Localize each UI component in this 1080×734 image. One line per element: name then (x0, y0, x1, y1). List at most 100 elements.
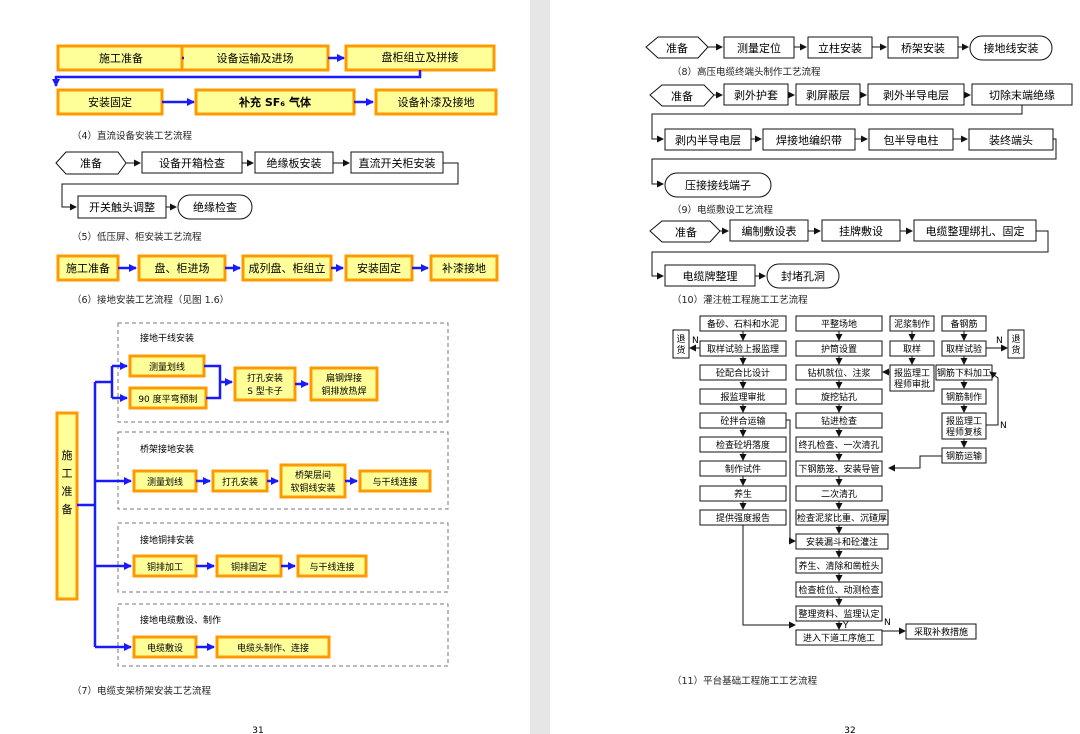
f11-c1-4-label: 报监理审批 (720, 391, 765, 403)
f11-c2-1-label: 平整场地 (821, 318, 857, 330)
f9-box-3: 剥屏蔽层 (806, 89, 850, 102)
f5-box-1: 准备 (80, 156, 102, 170)
f11-c2-13-label: 整理资料、监理认定 (798, 608, 879, 620)
flow-bored-pile: 备砂、石料和水泥取样试验上报监理砼配合比设计报监理审批砼拌合运输检查砼坍落度制作… (672, 315, 1025, 646)
flow-grounding: 施工准备 盘、柜进场 成列盘、柜组立 安装固定 补漆接地 (56, 254, 499, 282)
flow-cable-tray-install: 准备 测量定位 立柱安装 桥架安装 接地线安装 (645, 35, 1053, 61)
f10-box-2: 编制敷设表 (742, 224, 797, 238)
caption-4: （4）直流设备安装工艺流程 (72, 130, 193, 142)
f7-g2-a: 测量划线 (147, 476, 183, 488)
f9-box-6: 剥内半导电层 (675, 133, 741, 147)
flow-dc-equipment: 施工准备 设备运输及进场 盘柜组立及拼接 安装固定 补充 SF₆ 气体 设备补漆… (52, 44, 498, 116)
f5-box-3: 绝缘板安装 (267, 156, 322, 170)
flow-hv-cable-terminal: 准备 剥外护套 剥屏蔽层 剥外半导电层 切除末端绝缘 剥内半导电层 焊接地编织带… (649, 83, 1073, 198)
f11-c1-1-label: 备砂、石料和水泥 (707, 318, 779, 330)
f7-g2-b: 打孔安装 (222, 476, 258, 488)
f11-remedy-label: 采取补救措施 (914, 626, 968, 638)
f11-c2-2-label: 护筒设置 (821, 343, 857, 355)
f11-n1: N (692, 336, 699, 346)
caption-7: （7）电缆支架桥架安装工艺流程 (72, 685, 212, 697)
f11-reject-2-label-2: 货 (1011, 344, 1020, 356)
f9-box-1: 准备 (671, 89, 693, 103)
f11-c2-10-label: 安装漏斗和砼灌注 (806, 536, 878, 548)
f8-box-3: 立柱安装 (818, 41, 862, 55)
f11-c3-1-label: 泥浆制作 (894, 318, 930, 330)
f8-box-1: 准备 (666, 41, 688, 55)
caption-9: （9）电缆敷设工艺流程 (672, 204, 774, 216)
f9-box-4: 剥外半导电层 (883, 88, 949, 102)
f7-g4-title: 接地电缆敷设、制作 (140, 614, 221, 626)
f4-box-4: 安装固定 (88, 95, 132, 109)
page-number-31: 31 (252, 726, 263, 734)
f9-box-7: 焊接地编织带 (776, 133, 842, 147)
page-31: 施工准备 设备运输及进场 盘柜组立及拼接 安装固定 补充 SF₆ 气体 设备补漆… (0, 0, 530, 734)
f11-steel-link (888, 455, 942, 472)
f7-g3-b: 铜排固定 (231, 561, 267, 573)
f11-c4-2-label: 取样试验 (946, 343, 982, 355)
f11-c2-14-label: 进入下道工序施工 (803, 632, 875, 644)
f7-start-2: 工 (62, 467, 73, 480)
f7-g1-c2: S 型卡子 (247, 385, 283, 397)
flow-cable-tray: 施 工 准 备 接地干线安装 桥架接地安装 接地铜排安装 接地电缆敷设、制作 测… (55, 322, 449, 667)
f11-c2-5-label: 钻进检查 (821, 415, 857, 427)
f9-box-8: 包半导电柱 (884, 133, 939, 147)
f11-c2-7-label: 下钢筋笼、安装导管 (798, 463, 879, 475)
f6-box-4: 安装固定 (357, 261, 401, 275)
caption-6: （6）接地安装工艺流程（见图 1.6） (72, 294, 229, 306)
f11-c4-1-label: 备钢筋 (950, 318, 977, 330)
caption-5: （5）低压屏、柜安装工艺流程 (72, 231, 202, 243)
f4-box-2: 设备运输及进场 (217, 51, 294, 65)
f7-g1-title: 接地干线安装 (140, 332, 194, 344)
f11-c2-3-label: 钻机就位、注浆 (807, 367, 870, 379)
f11-c3-3-label-2: 程师审批 (894, 378, 930, 390)
f7-g2-c2: 软铜线安装 (290, 482, 335, 494)
f10-box-5: 电缆牌整理 (683, 269, 738, 283)
f11-c4-3-label: 钢筋下料加工 (937, 367, 991, 379)
f6-box-1: 施工准备 (66, 261, 110, 275)
f5-box-2: 设备开箱检查 (159, 156, 225, 170)
f7-start-1: 施 (62, 449, 73, 462)
f11-n3: N (1000, 421, 1007, 431)
f7-g2-d: 与干线连接 (372, 476, 417, 488)
f11-c2-6-label: 终孔检查、一次清孔 (798, 439, 879, 451)
f11-c1-2-label: 取样试验上报监理 (707, 343, 779, 355)
f7-g1-c1: 打孔安装 (247, 372, 283, 384)
f10-box-6: 封堵孔洞 (781, 269, 825, 283)
f7-g1-d1: 扁钢焊接 (326, 372, 362, 384)
f9-box-5: 切除末端绝缘 (989, 88, 1055, 102)
f11-c1-3-label: 砼配合比设计 (716, 367, 770, 379)
f11-c4-4-label: 钢筋制作 (946, 391, 982, 403)
f11-c3-3-label-1: 报监理工 (894, 367, 930, 379)
f6-box-5: 补漆接地 (442, 262, 486, 275)
f9-box-9: 装终端头 (989, 133, 1033, 147)
f11-c2-11-label: 养生、清除和凿桩头 (798, 560, 879, 572)
f11-c3-2-label: 取样 (903, 343, 921, 355)
f10-box-3: 挂牌敷设 (839, 224, 883, 238)
f7-g2-c1: 桥架层间 (295, 469, 331, 481)
f5-box-4: 直流开关柜安装 (359, 156, 436, 170)
f4-box-6: 设备补漆及接地 (398, 95, 475, 109)
f11-c4-5-label-2: 程师复核 (946, 426, 982, 438)
f9-box-10: 压接接线端子 (685, 178, 751, 192)
f7-g3-a: 铜排加工 (147, 561, 183, 573)
f11-report-link (742, 525, 796, 629)
page-number-32: 32 (844, 726, 855, 734)
f7-g4-a: 电缆敷设 (147, 642, 183, 654)
f11-c2-12-label: 检查桩位、动测检查 (798, 584, 879, 596)
f7-g3-title: 接地铜排安装 (140, 534, 194, 546)
f11-c4-6-label: 钢筋运输 (946, 450, 982, 462)
f8-box-2: 测量定位 (737, 41, 781, 55)
f11-concrete-link (786, 419, 796, 545)
f11-n2: N (996, 336, 1003, 346)
caption-8: （8）高压电缆终端头制作工艺流程 (672, 66, 821, 78)
f11-reject-2-label-1: 退 (1011, 334, 1020, 345)
f11-c2-4-label: 旋挖钻孔 (821, 391, 857, 403)
f7-g1-b: 90 度平弯预制 (138, 393, 197, 405)
f7-g1-a: 测量划线 (149, 361, 185, 373)
f7-g4-b: 电缆头制作、连接 (237, 642, 309, 654)
f11-c1-8-label: 养生 (734, 488, 752, 500)
f11-c1-5-label: 砼拌合运输 (720, 415, 765, 427)
f11-c2-8-label: 二次清孔 (821, 488, 857, 500)
f10-box-4: 电缆整理绑扎、固定 (926, 224, 1025, 238)
f11-n4: N (884, 618, 891, 628)
